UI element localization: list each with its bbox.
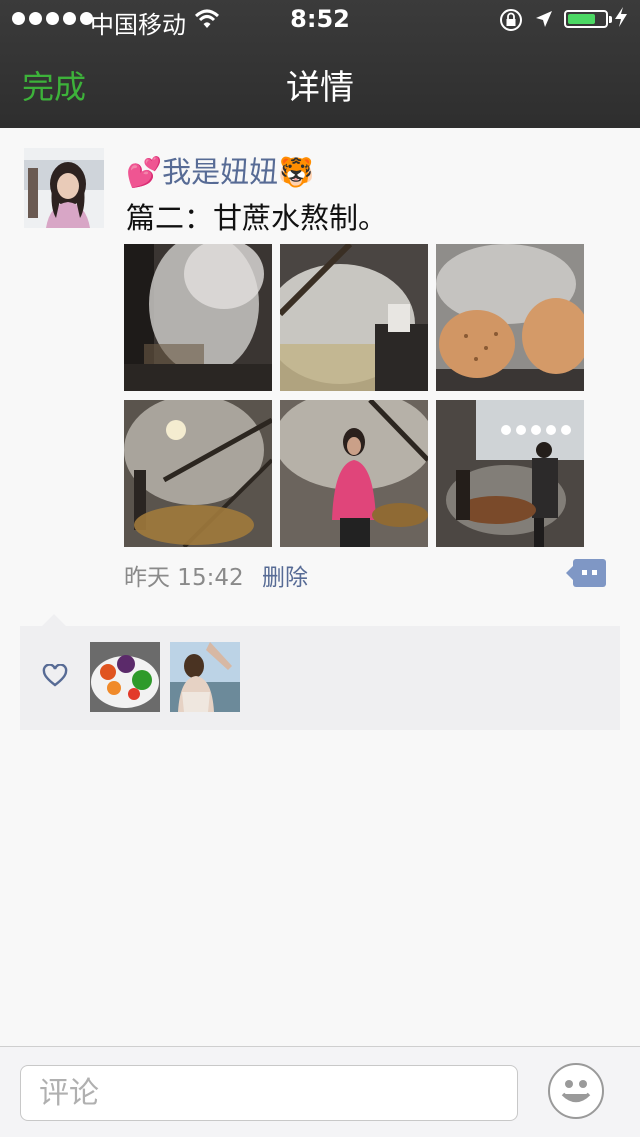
- liker-avatar[interactable]: [90, 642, 160, 712]
- liker-avatar[interactable]: [170, 642, 240, 712]
- emoji-icon: [561, 1080, 591, 1103]
- status-bar: 中国移动 8:52: [0, 0, 640, 40]
- tiger-emoji: 🐯: [278, 155, 315, 189]
- battery-icon: [564, 10, 612, 28]
- post-photo[interactable]: [124, 244, 272, 391]
- username-text: 我是妞妞: [162, 155, 279, 189]
- top-bar: 中国移动 8:52 完成 详情: [0, 0, 640, 128]
- post-photo[interactable]: [124, 400, 272, 547]
- comment-bar: [0, 1046, 640, 1137]
- post-text: 篇二：甘蔗水熬制。: [126, 201, 388, 235]
- orientation-lock-icon: [498, 8, 524, 32]
- post-photo[interactable]: [436, 244, 584, 391]
- post-photo[interactable]: [280, 400, 428, 547]
- heart-icon: [42, 664, 68, 688]
- comment-input[interactable]: [20, 1065, 518, 1121]
- post-photo[interactable]: [280, 244, 428, 391]
- page-title: 详情: [286, 68, 354, 108]
- delete-link[interactable]: 删除: [262, 558, 308, 592]
- avatar[interactable]: [24, 148, 104, 228]
- comment-bubble-icon[interactable]: [566, 559, 606, 587]
- location-arrow-icon: [534, 9, 554, 29]
- emoji-button[interactable]: [548, 1063, 604, 1119]
- photo-grid: [124, 244, 584, 547]
- post-author-name[interactable]: 💕我是妞妞🐯: [126, 149, 314, 191]
- charging-bolt-icon: [614, 6, 628, 28]
- hearts-emoji: 💕: [126, 155, 163, 189]
- likes-panel: [20, 614, 620, 730]
- post-photo[interactable]: [436, 400, 584, 547]
- post-timestamp: 昨天 15:42: [124, 565, 244, 591]
